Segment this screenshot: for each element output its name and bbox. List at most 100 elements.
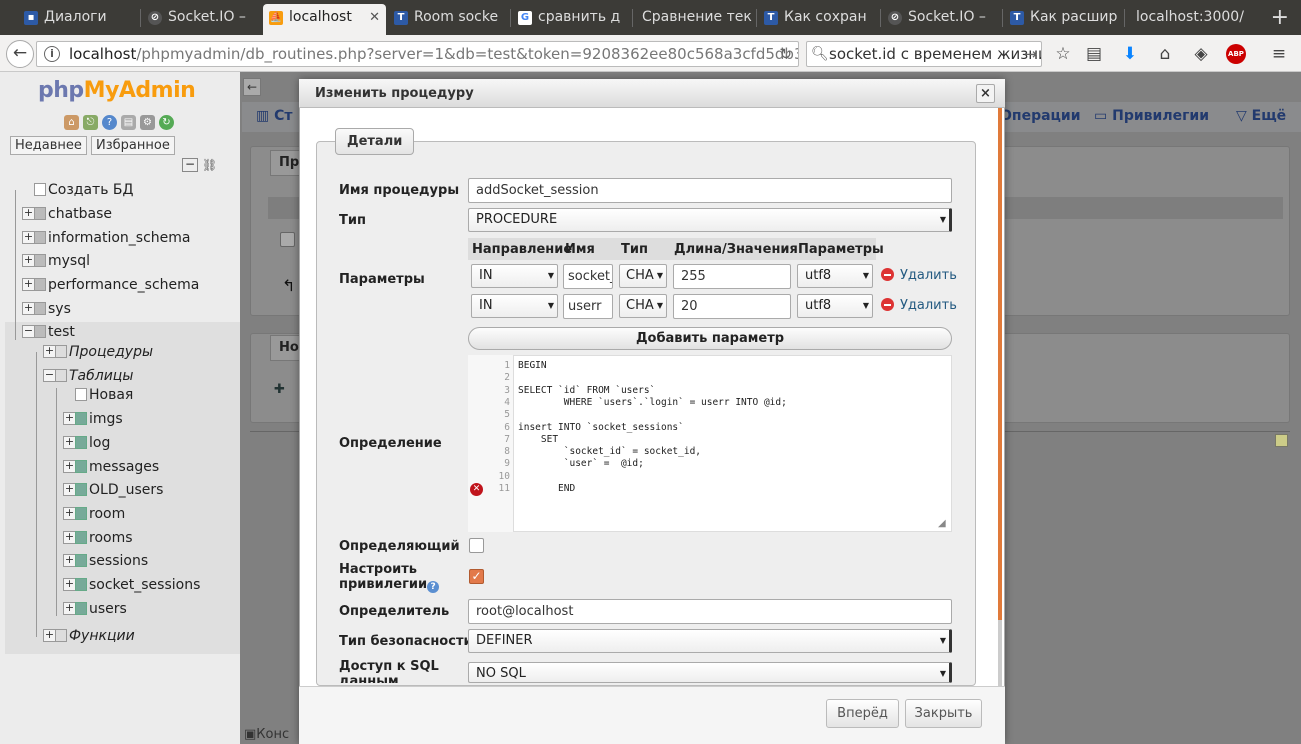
delete-param-button[interactable]: Удалить (881, 298, 957, 313)
adjust-privileges-checkbox[interactable]: ✓ (469, 569, 484, 584)
tree-item-table[interactable]: + rooms (63, 529, 133, 547)
collapse-panel-icon[interactable]: ← (243, 78, 261, 96)
tree-item-table[interactable]: + room (63, 505, 125, 523)
console-toggle[interactable]: ▣Конс (244, 727, 289, 742)
downloads-icon[interactable]: ⬇ (1118, 42, 1142, 66)
tree-item-new-table[interactable]: Новая (75, 386, 133, 404)
param-direction-select[interactable]: IN ▼ (471, 264, 558, 288)
help-icon[interactable]: ? (427, 581, 440, 593)
tree-item-table[interactable]: + imgs (63, 410, 123, 428)
tree-item-table[interactable]: + users (63, 600, 127, 618)
add-routine-icon[interactable]: ✚ (274, 382, 285, 397)
reload-icon[interactable]: ↻ (779, 42, 792, 66)
notes-icon[interactable] (1275, 434, 1288, 447)
deterministic-checkbox[interactable] (469, 538, 484, 553)
tree-item-table[interactable]: + log (63, 434, 110, 452)
code-line: BEGIN (518, 360, 547, 371)
browser-tab[interactable]: localhost:3000/ (1126, 4, 1252, 35)
refresh-icon[interactable]: ↻ (159, 115, 174, 130)
param-options-select[interactable]: utf8 ▼ (797, 264, 873, 288)
browser-tab[interactable]: Gсравнить д (512, 4, 632, 35)
phpmyadmin-logo[interactable]: phpMyAdmin (38, 78, 196, 103)
url-bar[interactable]: i localhost/phpmyadmin/db_routines.php?se… (36, 41, 799, 67)
tree-item-db[interactable]: + sys (22, 300, 71, 318)
tree-item-db[interactable]: + information_schema (22, 229, 191, 247)
docs-icon[interactable]: ▤ (121, 115, 136, 130)
database-icon (34, 254, 46, 267)
tree-item-db[interactable]: + performance_schema (22, 276, 199, 294)
routine-type-select[interactable]: PROCEDURE ▼ (468, 208, 952, 232)
link-with-main-icon[interactable]: ⛓ (202, 158, 218, 172)
tab-privileges[interactable]: ▭ Привилегии (1094, 108, 1209, 124)
tab-operations[interactable]: Операции (1000, 108, 1081, 124)
collapse-all-icon[interactable]: − (182, 158, 198, 172)
site-info-icon[interactable]: i (44, 46, 60, 62)
close-button[interactable]: Закрыть (905, 699, 982, 728)
param-options-select[interactable]: utf8 ▼ (797, 294, 873, 318)
param-type-select[interactable]: CHA ▼ (619, 264, 667, 288)
tree-item-tables[interactable]: − Таблицы (43, 367, 133, 385)
settings-gear-icon[interactable]: ⚙ (140, 115, 155, 130)
browser-tab[interactable]: T Room socke (388, 4, 510, 35)
param-length-input[interactable]: 255 (673, 264, 791, 289)
browser-tab-active[interactable]: ⛵ localhost ✕ (263, 4, 386, 35)
search-go-icon[interactable]: → (1024, 42, 1037, 66)
tab-structure[interactable]: ▥ Ст (256, 108, 293, 124)
row-checkbox[interactable] (280, 232, 295, 247)
dialog-close-button[interactable]: × (976, 84, 995, 103)
param-type-select[interactable]: CHA ▼ (619, 294, 667, 318)
param-length-input[interactable]: 20 (673, 294, 791, 319)
table-icon (75, 436, 87, 449)
resize-handle-icon[interactable]: ◢ (938, 518, 950, 530)
dialog-scrollbar-thumb[interactable] (998, 108, 1002, 620)
tree-item-table[interactable]: + sessions (63, 552, 148, 570)
reading-list-icon[interactable]: ▤ (1082, 42, 1106, 66)
favorites-button[interactable]: Избранное (91, 136, 175, 155)
logout-icon[interactable]: ⎋ (83, 115, 98, 130)
tree-item-db[interactable]: + mysql (22, 252, 90, 270)
pocket-icon[interactable]: ◈ (1189, 42, 1213, 66)
param-direction-select[interactable]: IN ▼ (471, 294, 558, 318)
browser-tab[interactable]: ▪ Диалоги (18, 4, 138, 35)
security-type-select[interactable]: DEFINER ▼ (468, 629, 952, 653)
browser-tab[interactable]: Сравнение тек (634, 4, 756, 35)
dropdown-arrow-icon: ▼ (656, 271, 663, 280)
browser-tab[interactable]: T Как расшир (1004, 4, 1124, 35)
back-button[interactable]: ← (6, 40, 34, 68)
tab-more[interactable]: ▽ Ещё (1236, 108, 1286, 124)
browser-tab[interactable]: T Как сохран (758, 4, 880, 35)
bookmark-star-icon[interactable]: ☆ (1051, 42, 1075, 66)
go-button[interactable]: Вперёд (826, 699, 899, 728)
definer-input[interactable]: root@localhost (468, 599, 952, 624)
param-name-input[interactable]: userr (563, 294, 613, 319)
sql-data-access-select[interactable]: NO SQL ▼ (468, 662, 952, 683)
tree-item-functions[interactable]: + Функции (43, 627, 135, 645)
adblock-icon[interactable]: ABP (1226, 44, 1246, 64)
browser-tab[interactable]: ⊘ Socket.IO – (882, 4, 1002, 35)
routine-name-input[interactable]: addSocket_session (468, 178, 952, 203)
recent-button[interactable]: Недавнее (10, 136, 87, 155)
search-bar[interactable]: 🔍︎ socket.id с временем жизни → (806, 41, 1042, 67)
menu-icon[interactable]: ≡ (1267, 42, 1291, 66)
tree-item-procedures[interactable]: + Процедуры (43, 343, 153, 361)
tree-item-create-db[interactable]: Создать БД (34, 181, 133, 199)
param-name-input[interactable]: socket_ (563, 264, 613, 289)
add-param-button[interactable]: Добавить параметр (468, 327, 952, 350)
tree-item-db-test[interactable]: − test (22, 323, 75, 341)
tree-item-table[interactable]: + OLD_users (63, 481, 163, 499)
browser-tab[interactable]: ⊘ Socket.IO – (142, 4, 262, 35)
delete-param-button[interactable]: Удалить (881, 268, 957, 283)
tree-item-table[interactable]: + messages (63, 458, 159, 476)
help-icon[interactable]: ? (102, 115, 117, 130)
close-tab-icon[interactable]: ✕ (369, 4, 380, 31)
home-icon[interactable]: ⌂ (1153, 42, 1177, 66)
syntax-error-icon[interactable]: ✕ (470, 483, 483, 496)
new-tab-button[interactable]: + (1271, 4, 1289, 31)
tree-item-table[interactable]: + socket_sessions (63, 576, 200, 594)
tree-item-db[interactable]: + chatbase (22, 205, 112, 223)
line-number: 10 (498, 470, 510, 482)
line-number: 9 (504, 458, 510, 470)
dropdown-arrow-icon: ▼ (547, 271, 554, 280)
home-icon[interactable]: ⌂ (64, 115, 79, 130)
tab-favicon-icon: T (394, 11, 408, 25)
